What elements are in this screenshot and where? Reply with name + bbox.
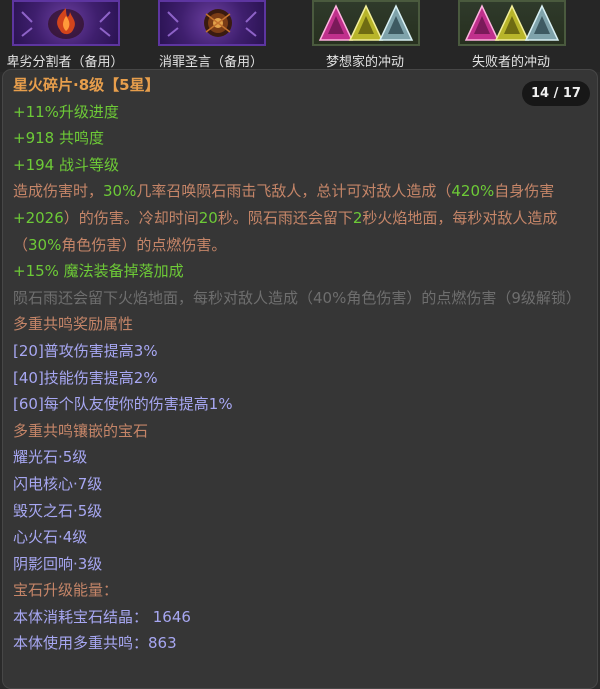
- gem-energy-consumed: 本体消耗宝石结晶： 1646: [13, 607, 191, 626]
- triangle-gems-icon: [312, 0, 420, 46]
- gem-item: 耀光石·5级: [13, 448, 88, 467]
- resonance-reward-60: [60]每个队友使你的伤害提高1%: [13, 395, 233, 414]
- ember-orb-icon: [158, 0, 266, 46]
- resonance-rewards-heading: 多重共鸣奖励属性: [13, 315, 134, 334]
- slot-caption: 梦想家的冲动: [325, 55, 404, 70]
- stat-battle-level: +194 战斗等级: [13, 155, 119, 174]
- slot-caption: 卑劣分割者（备用）: [6, 55, 124, 70]
- slot-2[interactable]: 消罪圣言（备用）: [146, 0, 276, 72]
- gem-energy-heading: 宝石升级能量：: [13, 581, 119, 600]
- resonance-reward-40: [40]技能伤害提高2%: [13, 368, 158, 387]
- magic-drop-bonus: +15% 魔法装备掉落加成: [13, 262, 184, 281]
- gem-item: 闪电核心·7级: [13, 474, 103, 493]
- slot-1[interactable]: 卑劣分割者（备用）: [0, 0, 130, 72]
- skill-description: 造成伤害时，30%几率召唤陨石雨击飞敌人，总计可对敌人造成（420%自身伤害+2…: [13, 182, 558, 254]
- stat-resonance: +918 共鸣度: [13, 129, 104, 148]
- locked-effect: 陨石雨还会留下火焰地面，每秒对敌人造成（40%角色伤害）的点燃伤害（9级解锁）: [13, 288, 581, 307]
- item-details: 星火碎片·8级【5星】 +11%升级进度 +918 共鸣度 +194 战斗等级 …: [13, 72, 585, 657]
- triangle-gems-icon: [458, 0, 566, 46]
- flame-orb-icon: [12, 0, 120, 46]
- slot-3[interactable]: 梦想家的冲动: [300, 0, 430, 72]
- item-title: 星火碎片·8级【5星】: [13, 76, 160, 94]
- slot-caption: 消罪圣言（备用）: [158, 55, 263, 70]
- gem-item: 阴影回响·3级: [13, 554, 103, 573]
- slot-4[interactable]: 失败者的冲动: [446, 0, 576, 72]
- gem-energy-resonance: 本体使用多重共鸣：863: [13, 634, 177, 653]
- resonance-reward-20: [20]普攻伤害提高3%: [13, 341, 158, 360]
- stat-upgrade-progress: +11%升级进度: [13, 102, 119, 121]
- gems-heading: 多重共鸣镶嵌的宝石: [13, 421, 149, 440]
- gem-item: 心火石·4级: [13, 528, 88, 547]
- slot-caption: 失败者的冲动: [471, 55, 550, 70]
- equipment-slot-strip: 卑劣分割者（备用） 消罪圣言（备用） 梦想家的冲动 失败者的冲动: [0, 0, 600, 72]
- gem-item: 毁灭之石·5级: [13, 501, 103, 520]
